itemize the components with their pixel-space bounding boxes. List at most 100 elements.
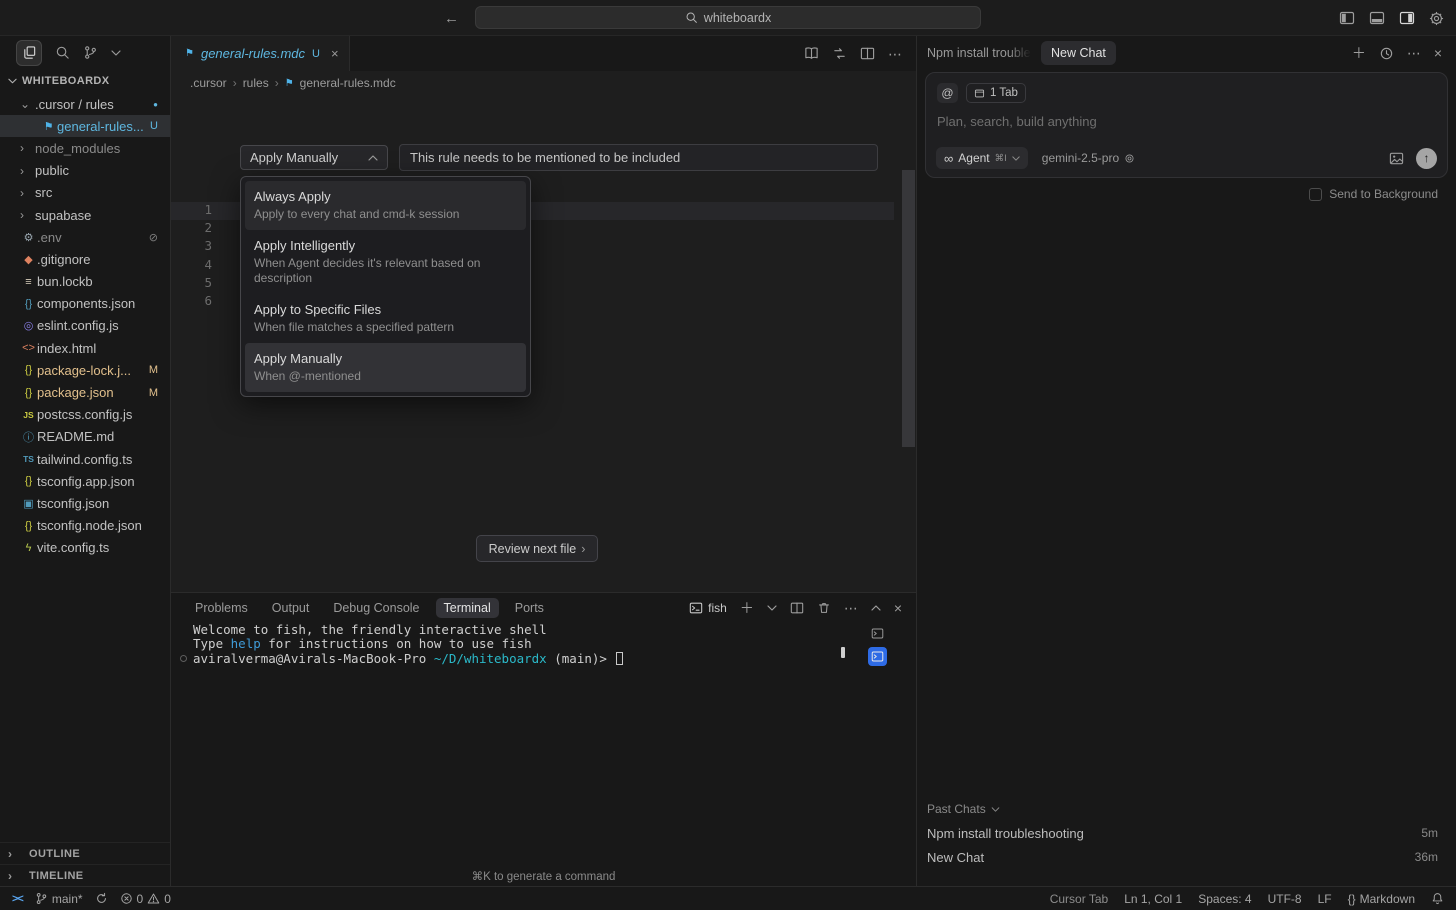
- split-terminal-icon[interactable]: [790, 601, 804, 615]
- tree-item[interactable]: ⚙ .env ⊘: [0, 226, 170, 248]
- prompt-path: ~/D/whiteboardx: [433, 650, 555, 666]
- send-button[interactable]: ↑: [1416, 147, 1437, 169]
- tree-item[interactable]: {} package.json M: [0, 381, 170, 403]
- chat-input-box[interactable]: @ 1 Tab Plan, search, build anything ∞ A…: [925, 72, 1448, 178]
- editor-scrollbar-thumb[interactable]: [902, 170, 915, 447]
- source-control-icon[interactable]: [83, 45, 98, 60]
- sync-changes-button[interactable]: [95, 892, 108, 905]
- terminal-session-icon[interactable]: [868, 624, 887, 643]
- terminal-tabs-resize-handle[interactable]: [841, 647, 845, 658]
- past-chat-item[interactable]: New Chat 36m: [917, 845, 1456, 869]
- terminal-profile-chevron-icon[interactable]: [767, 605, 777, 611]
- tree-item[interactable]: ◆ .gitignore: [0, 248, 170, 270]
- split-editor-icon[interactable]: [860, 46, 875, 61]
- context-tab-chip[interactable]: 1 Tab: [966, 83, 1026, 103]
- chat-history-icon[interactable]: [1379, 46, 1394, 61]
- notifications-bell-icon[interactable]: [1431, 892, 1444, 905]
- tree-item[interactable]: ⌄ .cursor / rules ●: [0, 93, 170, 115]
- cursor-position-status[interactable]: Ln 1, Col 1: [1124, 892, 1182, 906]
- tree-item[interactable]: {} tsconfig.node.json: [0, 515, 170, 537]
- chat-tab-active[interactable]: New Chat: [1041, 41, 1116, 65]
- timeline-section[interactable]: › TIMELINE: [0, 864, 170, 886]
- command-center-search[interactable]: whiteboardx: [475, 6, 981, 29]
- active-terminal-session-icon[interactable]: [868, 647, 887, 666]
- editor-more-actions-icon[interactable]: ⋯: [888, 47, 902, 61]
- past-chats-header[interactable]: Past Chats: [917, 797, 1456, 821]
- new-terminal-icon[interactable]: ＋: [740, 601, 754, 615]
- tree-item[interactable]: {} components.json: [0, 293, 170, 315]
- dropdown-menu-item[interactable]: Apply Intelligently When Agent decides i…: [245, 230, 526, 294]
- terminal-output[interactable]: Welcome to fish, the friendly interactiv…: [171, 622, 856, 866]
- kill-terminal-trash-icon[interactable]: [817, 601, 831, 615]
- open-changes-icon[interactable]: [832, 46, 847, 61]
- language-mode-status[interactable]: {} Markdown: [1348, 892, 1415, 906]
- panel-tab[interactable]: Terminal: [435, 598, 499, 618]
- encoding-status[interactable]: UTF-8: [1268, 892, 1302, 906]
- review-next-file-button[interactable]: Review next file ›: [476, 535, 598, 562]
- tree-item[interactable]: ≡ bun.lockb: [0, 271, 170, 293]
- agent-mode-selector[interactable]: ∞ Agent ⌘I: [936, 147, 1028, 169]
- dropdown-menu-item[interactable]: Apply to Specific Files When file matche…: [245, 294, 526, 343]
- tree-item[interactable]: › supabase: [0, 204, 170, 226]
- send-to-background-checkbox[interactable]: [1309, 187, 1323, 201]
- dropdown-menu-item[interactable]: Always Apply Apply to every chat and cmd…: [245, 181, 526, 230]
- close-panel-icon[interactable]: ×: [894, 601, 902, 615]
- chat-tab-previous[interactable]: Npm install troubleshooting: [927, 46, 1031, 60]
- breadcrumb-folder[interactable]: rules: [243, 76, 269, 90]
- tree-item[interactable]: › public: [0, 160, 170, 182]
- rule-type-select[interactable]: Apply Manually: [240, 145, 388, 170]
- more-views-chevron-icon[interactable]: [111, 49, 121, 56]
- panel-more-actions-icon[interactable]: ⋯: [844, 601, 858, 615]
- active-shell-indicator[interactable]: fish: [689, 601, 727, 615]
- tree-item[interactable]: JS postcss.config.js: [0, 404, 170, 426]
- panel-tab[interactable]: Output: [264, 598, 318, 618]
- tab-close-icon[interactable]: ×: [331, 46, 339, 61]
- git-branch-status[interactable]: main*: [35, 892, 83, 906]
- open-preview-icon[interactable]: [804, 46, 819, 61]
- panel-tab[interactable]: Problems: [187, 598, 256, 618]
- tree-item[interactable]: {} package-lock.j... M: [0, 359, 170, 381]
- outline-section[interactable]: › OUTLINE: [0, 842, 170, 864]
- toggle-right-panel-icon[interactable]: [1399, 10, 1415, 26]
- indentation-status[interactable]: Spaces: 4: [1198, 892, 1251, 906]
- back-button[interactable]: ←: [444, 10, 459, 27]
- editor-tab[interactable]: ⚑ general-rules.mdc U ×: [171, 36, 350, 71]
- rule-file-icon: ⚑: [185, 48, 194, 59]
- file-name: .cursor / rules: [35, 96, 114, 112]
- search-sidebar-icon[interactable]: [55, 45, 70, 60]
- problems-status[interactable]: 0 0: [120, 892, 171, 906]
- attach-image-icon[interactable]: [1389, 151, 1404, 166]
- maximize-panel-chevron-icon[interactable]: [871, 605, 881, 611]
- dropdown-menu-item[interactable]: Apply Manually When @-mentioned: [245, 343, 526, 392]
- tree-item[interactable]: › src: [0, 182, 170, 204]
- explorer-section-header[interactable]: WHITEBOARDX: [0, 69, 170, 93]
- tree-item[interactable]: › node_modules: [0, 137, 170, 159]
- cursor-tab-status[interactable]: Cursor Tab: [1050, 892, 1108, 906]
- toggle-bottom-panel-icon[interactable]: [1369, 10, 1385, 26]
- panel-tab[interactable]: Ports: [507, 598, 552, 618]
- toggle-left-panel-icon[interactable]: [1339, 10, 1355, 26]
- tree-item[interactable]: ▣ tsconfig.json: [0, 492, 170, 514]
- settings-gear-icon[interactable]: [1429, 11, 1444, 26]
- breadcrumb-folder[interactable]: .cursor: [190, 76, 227, 90]
- tree-item[interactable]: {} tsconfig.app.json: [0, 470, 170, 492]
- chat-more-actions-icon[interactable]: ⋯: [1407, 46, 1421, 60]
- model-selector[interactable]: gemini-2.5-pro: [1042, 151, 1135, 165]
- tree-item[interactable]: ◎ eslint.config.js: [0, 315, 170, 337]
- add-context-button[interactable]: @: [937, 83, 958, 103]
- explorer-icon[interactable]: [16, 39, 42, 66]
- breadcrumb-file[interactable]: general-rules.mdc: [300, 76, 396, 90]
- panel-tab[interactable]: Debug Console: [325, 598, 427, 618]
- tree-item[interactable]: TS tailwind.config.ts: [0, 448, 170, 470]
- remote-indicator-icon[interactable]: ><: [12, 893, 24, 905]
- new-chat-icon[interactable]: ＋: [1352, 46, 1366, 60]
- tree-item[interactable]: ⚑ general-rules.... U: [0, 115, 170, 138]
- tree-item[interactable]: <> index.html: [0, 337, 170, 359]
- close-chat-icon[interactable]: ×: [1434, 46, 1442, 60]
- line-number: 1: [204, 202, 212, 217]
- past-chat-item[interactable]: Npm install troubleshooting 5m: [917, 821, 1456, 845]
- rule-description-input[interactable]: [399, 144, 878, 171]
- tree-item[interactable]: ⓘ README.md: [0, 426, 170, 448]
- tree-item[interactable]: ϟ vite.config.ts: [0, 537, 170, 559]
- eol-status[interactable]: LF: [1318, 892, 1332, 906]
